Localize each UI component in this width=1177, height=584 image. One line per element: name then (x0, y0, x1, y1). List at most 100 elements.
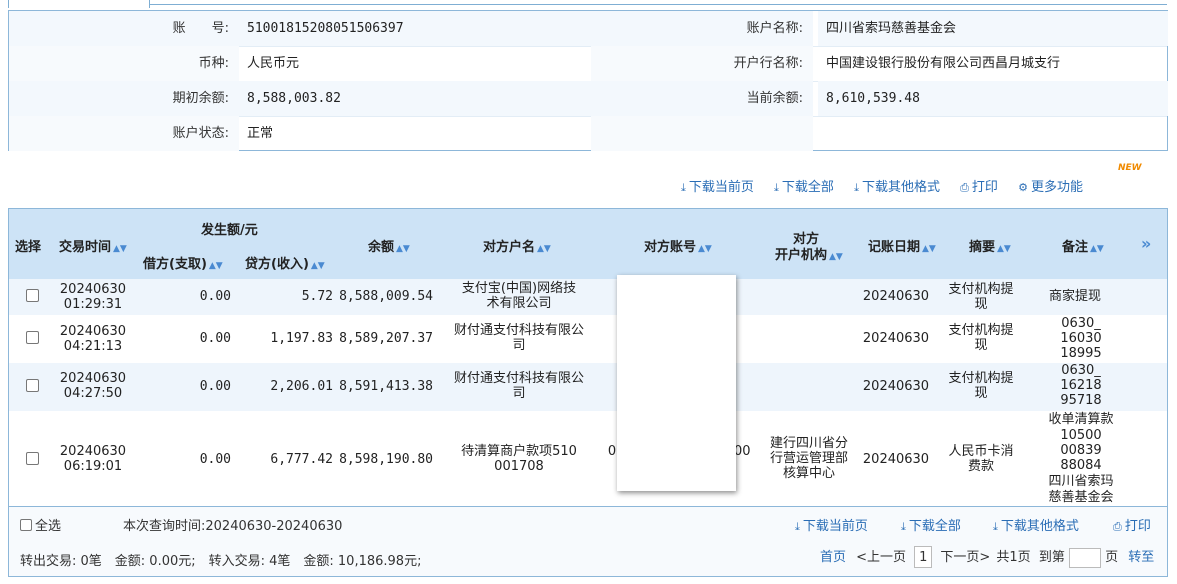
download-other-label: 下载其他格式 (861, 180, 940, 195)
counterparty-name-line1: 财付通支付科技有限公 (453, 323, 584, 338)
sort-icon[interactable]: ▲▼ (537, 244, 551, 254)
status-label: 账户状态: (9, 116, 239, 151)
tx-credit: 2,206.01 (270, 379, 333, 394)
status-value: 正常 (247, 126, 274, 141)
counterparty-name-line1: 支付宝(中国)网络技 (461, 281, 577, 296)
download-other-link[interactable]: ⤓ 下载其他格式 (854, 180, 940, 195)
col-balance[interactable]: 余额 ▲▼ (368, 236, 410, 255)
footer-download-other-label[interactable]: 下载其他格式 (1001, 519, 1079, 534)
first-page-link[interactable]: 首页 (820, 550, 846, 565)
footer-download-all-link[interactable]: ⤓ 下载全部 (901, 515, 961, 534)
summary-line1: 支付机构提 (948, 371, 1014, 386)
row-checkbox[interactable] (26, 452, 39, 465)
col-counterparty-name[interactable]: 对方户名 ▲▼ (483, 236, 551, 255)
tx-balance: 8,588,009.54 (339, 289, 433, 304)
sort-icon[interactable]: ▲▼ (209, 261, 223, 271)
transactions-table: 选择 交易时间 ▲▼ 发生额/元 借方(支取) ▲▼ 贷方(收入) ▲▼ 余额 ▲▼ 对… (8, 208, 1168, 507)
more-functions-label: 更多功能 (1030, 180, 1083, 195)
sort-icon[interactable]: ▲▼ (396, 244, 410, 254)
counterparty-name-line1: 待清算商户款项510 (461, 444, 577, 459)
counterparty-account-fragment: 00 (734, 444, 751, 459)
col-time[interactable]: 交易时间 ▲▼ (59, 236, 127, 255)
tx-balance: 8,591,413.38 (339, 379, 433, 394)
next-page-link[interactable]: 下一页> (940, 550, 990, 565)
tx-time: 04:27:50 (63, 386, 123, 401)
tx-time: 04:21:13 (63, 339, 123, 354)
transaction-summary: 转出交易: 0笔 金额: 0.00元; 转入交易: 4笔 金额: 10,186.… (20, 554, 422, 569)
col-book-date[interactable]: 记账日期 ▲▼ (868, 236, 936, 255)
col-remark-label: 备注 (1062, 240, 1089, 255)
print-label: 打印 (971, 180, 998, 195)
row-checkbox[interactable] (26, 379, 39, 392)
tx-book-date: 20240630 (862, 331, 930, 346)
download-page-link[interactable]: ⤓ 下载当前页 (681, 180, 754, 195)
remark-line: 16218 (1060, 378, 1102, 393)
bank-label: 开户行名称: (591, 46, 813, 81)
new-badge: NEW (1118, 163, 1142, 173)
col-remark[interactable]: 备注 ▲▼ (1062, 236, 1104, 255)
redaction-overlay (617, 275, 736, 491)
table-row: 20240630 06:19:01 0.00 6,777.42 8,598,19… (9, 411, 1167, 506)
tx-date: 20240630 (59, 371, 127, 386)
print-link[interactable]: ⎙ 打印 (960, 180, 998, 195)
download-icon: ⤓ (774, 181, 779, 194)
footer-print-link[interactable]: ⎙ 打印 (1113, 515, 1151, 534)
sort-icon[interactable]: ▲▼ (829, 252, 843, 262)
col-counterparty-bank[interactable]: 开户机构 ▲▼ (775, 244, 843, 263)
active-tab[interactable] (8, 0, 150, 8)
remark-line: 18995 (1060, 346, 1102, 361)
select-all-checkbox[interactable]: 全选 (20, 515, 61, 534)
counterparty-name-line2: 001708 (494, 459, 544, 474)
sort-icon[interactable]: ▲▼ (1090, 244, 1104, 254)
remark-line: 10500 (1060, 428, 1102, 443)
info-row: 币种: 人民币元 开户行名称: 中国建设银行股份有限公司西昌月城支行 (9, 46, 1167, 81)
col-summary-label: 摘要 (969, 240, 996, 255)
table-footer: 全选 本次查询时间:20240630-20240630 ⤓ 下载当前页 ⤓ 下载全部… (8, 507, 1168, 577)
footer-print-label[interactable]: 打印 (1125, 519, 1151, 534)
sort-icon[interactable]: ▲▼ (997, 244, 1011, 254)
footer-download-page-label[interactable]: 下载当前页 (803, 519, 868, 534)
download-icon: ⤓ (795, 520, 800, 533)
footer-download-all-label[interactable]: 下载全部 (909, 519, 961, 534)
remark-line: 16030 (1060, 331, 1102, 346)
current-balance-value: 8,610,539.48 (818, 81, 1168, 116)
remark-line: 00839 (1060, 443, 1102, 458)
row-checkbox[interactable] (26, 331, 39, 344)
expand-columns-icon[interactable]: » (1141, 234, 1151, 253)
col-credit[interactable]: 贷方(收入) ▲▼ (245, 253, 325, 272)
col-time-label: 交易时间 (59, 240, 112, 255)
tab-divider (150, 4, 1167, 5)
tx-time: 06:19:01 (63, 459, 123, 474)
row-checkbox[interactable] (26, 289, 39, 302)
go-button[interactable]: 转至 (1128, 550, 1154, 565)
remark-line: 88084 (1060, 458, 1102, 473)
summary-line1: 支付机构提 (948, 282, 1014, 297)
tx-date: 20240630 (59, 282, 127, 297)
col-debit[interactable]: 借方(支取) ▲▼ (143, 253, 223, 272)
sort-icon[interactable]: ▲▼ (922, 244, 936, 254)
download-page-label: 下载当前页 (688, 180, 754, 195)
summary-line2: 现 (974, 338, 988, 353)
download-all-link[interactable]: ⤓ 下载全部 (774, 180, 834, 195)
tx-date: 20240630 (59, 444, 127, 459)
footer-download-other-link[interactable]: ⤓ 下载其他格式 (993, 515, 1079, 534)
empty-label (591, 116, 813, 151)
more-functions-link[interactable]: ⚙ 更多功能 (1018, 180, 1083, 195)
col-select: 选择 (15, 240, 42, 255)
footer-download-page-link[interactable]: ⤓ 下载当前页 (795, 515, 868, 534)
page-number-input[interactable] (1068, 547, 1101, 568)
col-counterparty-account[interactable]: 对方账号 ▲▼ (644, 236, 712, 255)
prev-page-link[interactable]: <上一页 (856, 550, 906, 565)
info-row: 期初余额: 8,588,003.82 当前余额: 8,610,539.48 (9, 81, 1168, 116)
col-summary[interactable]: 摘要 ▲▼ (969, 236, 1011, 255)
sort-icon[interactable]: ▲▼ (698, 244, 712, 254)
tx-credit: 5.72 (301, 289, 333, 304)
col-debit-label: 借方(支取) (143, 257, 207, 272)
table-row: 20240630 04:21:13 0.00 1,197.83 8,589,20… (9, 315, 1167, 363)
current-page[interactable]: 1 (914, 546, 933, 568)
sort-icon[interactable]: ▲▼ (311, 261, 325, 271)
col-book-date-label: 记账日期 (868, 240, 921, 255)
sort-icon[interactable]: ▲▼ (113, 244, 127, 254)
tx-balance: 8,598,190.80 (339, 452, 433, 467)
gear-icon: ⚙ (1018, 181, 1028, 194)
